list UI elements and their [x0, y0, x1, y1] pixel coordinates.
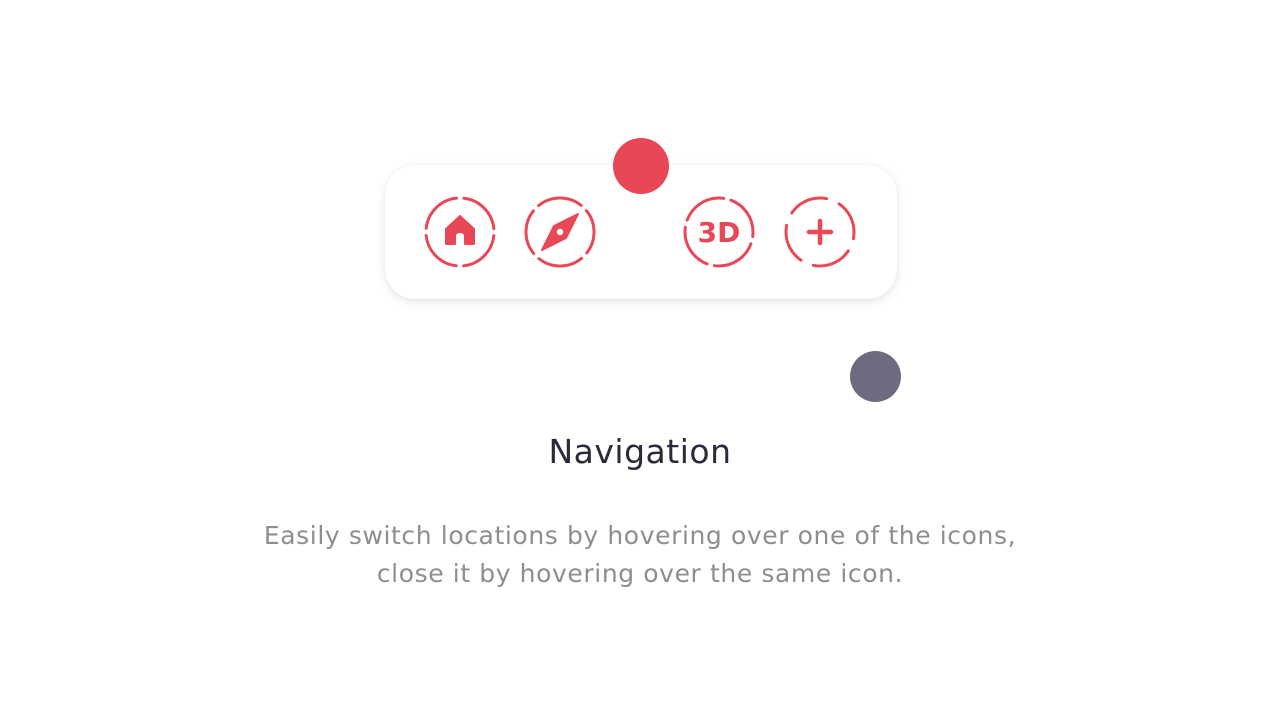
description-line-2: close it by hovering over the same icon.: [376, 559, 904, 588]
add-button[interactable]: [780, 192, 860, 272]
active-indicator-dot: [613, 138, 669, 194]
section-description: Easily switch locations by hovering over…: [190, 517, 1090, 593]
stage: 3D Navigation Easily switch locations by…: [0, 0, 1280, 720]
section-title: Navigation: [548, 432, 732, 471]
compass-icon: [524, 196, 596, 268]
cursor-pointer: [850, 351, 901, 402]
plus-icon: [784, 196, 856, 268]
compass-button[interactable]: [520, 192, 600, 272]
3d-view-button[interactable]: 3D: [679, 192, 759, 272]
home-icon: [424, 196, 496, 268]
3d-label: 3D: [698, 216, 741, 249]
description-line-1: Easily switch locations by hovering over…: [263, 521, 1017, 550]
home-button[interactable]: [420, 192, 500, 272]
3d-icon: 3D: [683, 196, 755, 268]
